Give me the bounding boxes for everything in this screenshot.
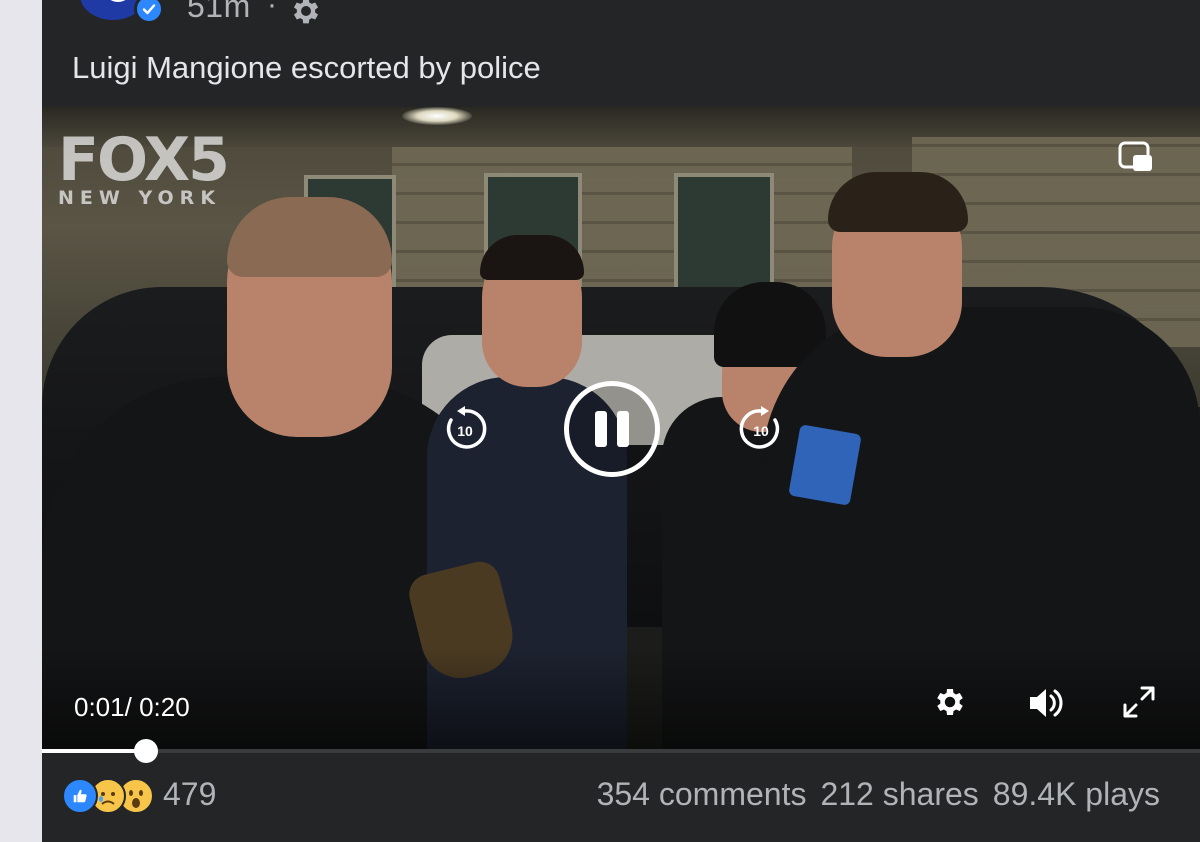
verified-badge-icon bbox=[134, 0, 164, 24]
forward-label: 10 bbox=[753, 423, 769, 439]
picture-in-picture-icon[interactable] bbox=[1118, 141, 1154, 173]
duration: 0:20 bbox=[139, 692, 190, 722]
post-timestamp[interactable]: 51m bbox=[187, 0, 251, 25]
page-background bbox=[0, 0, 42, 842]
progress-fill bbox=[42, 749, 146, 753]
reaction-icons[interactable] bbox=[62, 778, 158, 814]
ceiling-light bbox=[402, 107, 472, 125]
progress-scrubber-handle[interactable] bbox=[134, 739, 158, 763]
rewind-label: 10 bbox=[457, 423, 473, 439]
gear-icon[interactable] bbox=[289, 0, 323, 28]
pause-icon bbox=[595, 411, 607, 447]
engagement-stats: 354 comments 212 shares 89.4K plays bbox=[583, 776, 1160, 813]
post-caption: Luigi Mangione escorted by police bbox=[72, 50, 541, 85]
rewind-10-icon[interactable]: 10 bbox=[442, 406, 488, 452]
video-timecode: 0:01/ 0:20 bbox=[74, 692, 190, 723]
forward-10-icon[interactable]: 10 bbox=[738, 406, 784, 452]
video-player[interactable]: FOX5 NEW YORK 10 10 0:01/ 0:20 bbox=[42, 107, 1200, 750]
video-progress-bar[interactable] bbox=[42, 739, 1200, 763]
post-card: 51m · Luigi Mangione escorted by police bbox=[42, 0, 1200, 842]
time-separator: / bbox=[124, 692, 132, 722]
fullscreen-icon[interactable] bbox=[1122, 685, 1156, 719]
reaction-count[interactable]: 479 bbox=[163, 776, 216, 813]
pause-button[interactable] bbox=[564, 381, 660, 477]
comments-link[interactable]: 354 comments bbox=[597, 776, 807, 812]
volume-icon[interactable] bbox=[1026, 685, 1066, 721]
shares-link[interactable]: 212 shares bbox=[820, 776, 978, 812]
shoulder-patch bbox=[788, 424, 862, 506]
current-time: 0:01 bbox=[74, 692, 125, 722]
channel-watermark: FOX5 bbox=[58, 125, 230, 195]
channel-watermark-sub: NEW YORK bbox=[58, 187, 222, 209]
settings-gear-icon[interactable] bbox=[932, 684, 968, 720]
like-icon bbox=[62, 778, 98, 814]
plays-count: 89.4K plays bbox=[992, 776, 1160, 812]
separator-dot: · bbox=[267, 0, 277, 21]
